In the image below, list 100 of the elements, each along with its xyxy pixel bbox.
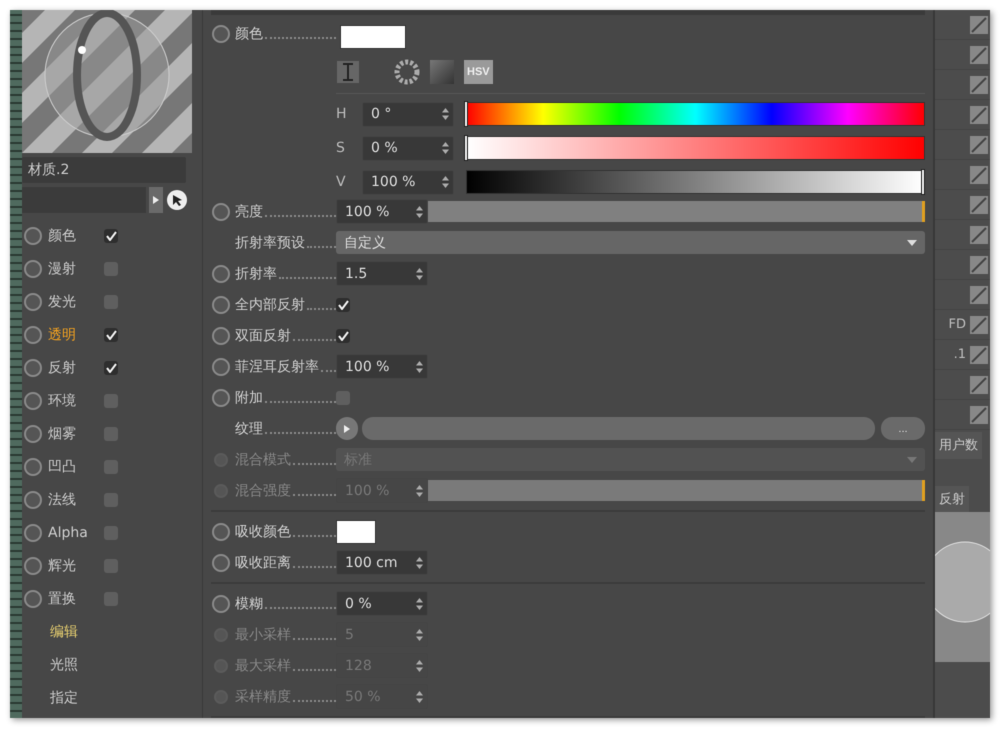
spinner-icon[interactable] <box>416 360 423 374</box>
spinner-icon[interactable] <box>416 596 423 610</box>
spinner-icon[interactable] <box>416 556 423 570</box>
channel-tab[interactable]: 发光 <box>48 292 98 310</box>
color-swatch[interactable] <box>340 25 406 49</box>
checkbox[interactable] <box>104 492 118 506</box>
tag-icon[interactable] <box>970 166 988 184</box>
tag-icon[interactable] <box>970 76 988 94</box>
spinner-icon[interactable] <box>416 204 423 218</box>
checkbox[interactable] <box>336 390 350 404</box>
keyframe-icon[interactable] <box>24 292 42 310</box>
channel-tab[interactable]: 置换 <box>48 590 98 608</box>
keyframe-icon[interactable] <box>24 490 42 508</box>
channel-tab[interactable]: 烟雾 <box>48 424 98 442</box>
color-wheel-icon[interactable] <box>394 59 420 85</box>
keyframe-icon[interactable] <box>212 358 230 376</box>
tag-icon[interactable] <box>970 346 988 364</box>
page-tab[interactable]: 指定 <box>50 683 198 712</box>
link-field[interactable] <box>22 187 146 213</box>
checkbox[interactable] <box>104 294 118 308</box>
color-swatch[interactable] <box>336 520 376 544</box>
tag-icon[interactable] <box>970 256 988 274</box>
channel-tab[interactable]: 环境 <box>48 392 98 410</box>
page-tab[interactable]: 光照 <box>50 650 198 679</box>
number-field[interactable]: 1.5 <box>336 261 428 286</box>
tag-icon[interactable] <box>970 286 988 304</box>
panel-tab[interactable]: 反射 <box>935 486 969 513</box>
keyframe-icon[interactable] <box>24 424 42 442</box>
keyframe-icon[interactable] <box>212 554 230 572</box>
gradient-slider[interactable] <box>466 170 925 194</box>
spinner-icon[interactable] <box>416 266 423 280</box>
channel-tab[interactable]: 反射 <box>48 358 98 376</box>
page-tab[interactable]: 编辑 <box>50 617 198 646</box>
keyframe-icon[interactable] <box>212 296 230 314</box>
keyframe-icon[interactable] <box>212 594 230 612</box>
tag-icon[interactable] <box>970 316 988 334</box>
channel-tab[interactable]: 透明 <box>48 326 98 344</box>
slider-handle[interactable] <box>922 201 925 222</box>
number-field[interactable]: 100 % <box>336 199 428 224</box>
keyframe-icon[interactable] <box>24 590 42 608</box>
tag-icon[interactable] <box>970 106 988 124</box>
keyframe-icon[interactable] <box>24 392 42 410</box>
number-field[interactable]: 0 % <box>362 136 454 160</box>
keyframe-icon[interactable] <box>24 358 42 376</box>
panel-tab[interactable]: 用户数 <box>935 432 982 459</box>
dropdown[interactable]: 自定义 <box>336 231 925 254</box>
keyframe-icon[interactable] <box>212 522 230 540</box>
picker-icon[interactable] <box>336 60 360 84</box>
keyframe-icon[interactable] <box>212 326 230 344</box>
tag-icon[interactable] <box>970 406 988 424</box>
keyframe-icon[interactable] <box>212 25 230 43</box>
keyframe-icon[interactable] <box>24 260 42 278</box>
keyframe-icon[interactable] <box>24 326 42 344</box>
channel-tab[interactable]: 漫射 <box>48 260 98 278</box>
number-field[interactable]: 100 cm <box>336 550 428 575</box>
slider-thumb[interactable] <box>921 169 925 195</box>
spinner-icon[interactable] <box>442 141 449 155</box>
arrow-button[interactable] <box>149 187 163 213</box>
checkbox[interactable] <box>104 592 118 606</box>
pointer-icon[interactable] <box>166 189 188 211</box>
tag-icon[interactable] <box>970 16 988 34</box>
tag-icon[interactable] <box>970 226 988 244</box>
channel-tab[interactable]: 法线 <box>48 490 98 508</box>
checkbox[interactable] <box>104 262 118 276</box>
gradient-slider[interactable] <box>466 136 925 160</box>
checkbox[interactable] <box>104 526 118 540</box>
keyframe-icon[interactable] <box>24 458 42 476</box>
spinner-icon[interactable] <box>442 175 449 189</box>
keyframe-icon[interactable] <box>212 388 230 406</box>
keyframe-icon[interactable] <box>24 524 42 542</box>
play-button[interactable] <box>336 417 358 440</box>
gradient-slider[interactable] <box>466 102 925 126</box>
tag-icon[interactable] <box>970 136 988 154</box>
number-field[interactable]: 100 % <box>336 354 428 379</box>
number-field[interactable]: 0 % <box>336 591 428 616</box>
channel-tab[interactable]: Alpha <box>48 524 98 540</box>
keyframe-icon[interactable] <box>24 556 42 574</box>
checkbox[interactable] <box>336 328 350 342</box>
keyframe-icon[interactable] <box>24 226 42 244</box>
tag-icon[interactable] <box>970 376 988 394</box>
checkbox[interactable] <box>104 228 118 242</box>
keyframe-icon[interactable] <box>212 264 230 282</box>
checkbox[interactable] <box>336 298 350 312</box>
checkbox[interactable] <box>104 328 118 342</box>
texture-field[interactable] <box>362 417 875 440</box>
channel-tab[interactable]: 凹凸 <box>48 458 98 476</box>
checkbox[interactable] <box>104 558 118 572</box>
checkbox[interactable] <box>104 426 118 440</box>
channel-tab[interactable]: 颜色 <box>48 226 98 244</box>
slider-thumb[interactable] <box>464 101 468 127</box>
material-name-field[interactable]: 材质.2 <box>22 157 186 183</box>
browse-button[interactable]: ... <box>881 417 925 440</box>
checkbox[interactable] <box>104 360 118 374</box>
channel-tab[interactable]: 辉光 <box>48 556 98 574</box>
checkbox[interactable] <box>104 394 118 408</box>
tag-icon[interactable] <box>970 196 988 214</box>
number-field[interactable]: 0 ° <box>362 102 454 126</box>
gradient-icon[interactable] <box>430 60 454 84</box>
tag-icon[interactable] <box>970 46 988 64</box>
slider-thumb[interactable] <box>464 135 468 161</box>
